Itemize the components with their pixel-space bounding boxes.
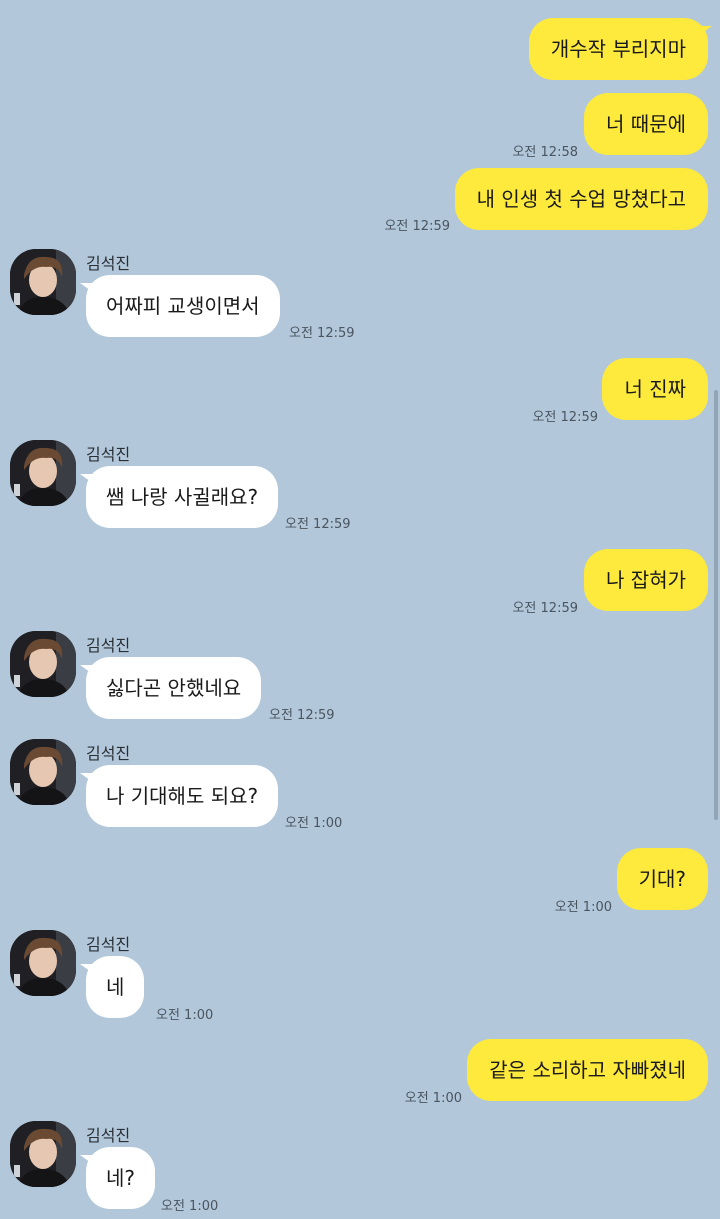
avatar-photo-icon (10, 249, 76, 315)
message-timestamp: 오전 1:00 (161, 1199, 219, 1214)
message-timestamp: 오전 1:00 (285, 816, 343, 831)
incoming-message-bubble[interactable]: 쌤 나랑 사귈래요? (79, 466, 279, 528)
contact-name: 김석진 (86, 445, 131, 464)
message-timestamp: 오전 1:00 (156, 1008, 214, 1023)
message-timestamp: 오전 12:58 (512, 145, 578, 160)
incoming-message-bubble[interactable]: 나 기대해도 되요? (79, 765, 279, 827)
message-timestamp: 오전 1:00 (554, 900, 612, 915)
contact-name: 김석진 (86, 636, 131, 655)
contact-name: 김석진 (86, 935, 131, 954)
message-timestamp: 오전 12:59 (384, 219, 450, 234)
outgoing-message-bubble[interactable]: 같은 소리하고 자빠졌네 (467, 1039, 708, 1101)
scrollbar[interactable] (714, 390, 718, 820)
message-timestamp: 오전 1:00 (404, 1091, 462, 1106)
contact-avatar[interactable] (10, 631, 76, 697)
message-timestamp: 오전 12:59 (269, 708, 335, 723)
outgoing-message-bubble[interactable]: 너 진짜 (602, 358, 708, 420)
message-timestamp: 오전 12:59 (285, 517, 351, 532)
incoming-message-bubble[interactable]: 네? (79, 1147, 156, 1209)
contact-avatar[interactable] (10, 739, 76, 805)
message-timestamp: 오전 12:59 (532, 410, 598, 425)
incoming-message-bubble[interactable]: 네 (79, 956, 145, 1018)
contact-name: 김석진 (86, 1126, 131, 1145)
contact-avatar[interactable] (10, 1121, 76, 1187)
avatar-photo-icon (10, 930, 76, 996)
outgoing-message-bubble[interactable]: 내 인생 첫 수업 망쳤다고 (454, 168, 708, 230)
message-timestamp: 오전 12:59 (289, 326, 355, 341)
contact-name: 김석진 (86, 744, 131, 763)
outgoing-message-bubble[interactable]: 개수작 부리지마 (528, 18, 713, 80)
avatar-photo-icon (10, 440, 76, 506)
contact-avatar[interactable] (10, 249, 76, 315)
avatar-photo-icon (10, 631, 76, 697)
outgoing-message-bubble[interactable]: 너 때문에 (584, 93, 708, 155)
chat-conversation: 개수작 부리지마 너 때문에 오전 12:58 내 인생 첫 수업 망쳤다고 오… (0, 0, 720, 1219)
outgoing-message-bubble[interactable]: 나 잡혀가 (584, 549, 708, 611)
contact-avatar[interactable] (10, 930, 76, 996)
incoming-message-bubble[interactable]: 싫다곤 안했네요 (79, 657, 262, 719)
outgoing-message-bubble[interactable]: 기대? (616, 848, 708, 910)
incoming-message-bubble[interactable]: 어짜피 교생이면서 (80, 275, 280, 337)
avatar-photo-icon (10, 739, 76, 805)
contact-name: 김석진 (86, 254, 131, 273)
message-timestamp: 오전 12:59 (512, 601, 578, 616)
contact-avatar[interactable] (10, 440, 76, 506)
avatar-photo-icon (10, 1121, 76, 1187)
